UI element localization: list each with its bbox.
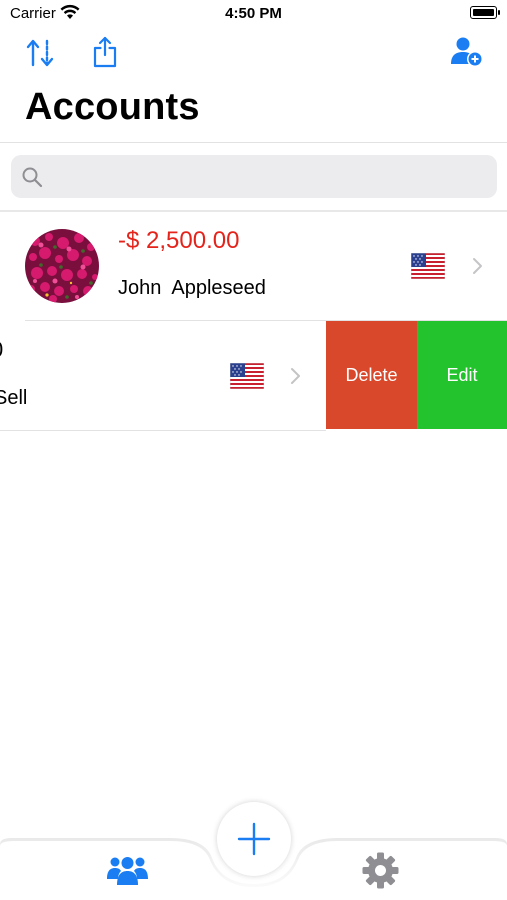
clock: 4:50 PM (225, 5, 282, 22)
edit-button[interactable]: Edit (417, 321, 507, 429)
battery-icon (470, 6, 500, 19)
chevron-right-icon (473, 258, 482, 274)
people-icon[interactable] (107, 855, 148, 887)
sort-arrows-icon[interactable] (26, 38, 54, 68)
add-user-icon[interactable] (450, 36, 484, 68)
row-divider (0, 430, 326, 431)
account-name: John Appleseed (118, 277, 266, 299)
us-flag-icon (230, 363, 264, 389)
us-flag-icon (411, 253, 445, 279)
add-account-button[interactable] (217, 802, 291, 876)
status-bar: Carrier 4:50 PM (0, 0, 507, 28)
page-title: Accounts (25, 86, 200, 128)
search-bar[interactable] (11, 155, 497, 200)
avatar (25, 229, 99, 303)
account-amount: 0 (0, 337, 3, 363)
account-name: Sell (0, 387, 28, 409)
header-divider (0, 142, 507, 143)
gear-icon[interactable] (362, 852, 399, 889)
search-icon (22, 167, 43, 188)
account-amount: -$ 2,500.00 (118, 227, 240, 254)
account-row[interactable]: -$ 2,500.00 John Appleseed (0, 212, 507, 320)
chevron-right-icon (291, 368, 300, 384)
search-input[interactable] (51, 155, 485, 200)
delete-button[interactable]: Delete (326, 321, 417, 429)
account-row-swiped[interactable]: 0 Sell Delete Edit (0, 321, 507, 429)
share-icon[interactable] (92, 36, 118, 68)
plus-icon (237, 822, 271, 856)
